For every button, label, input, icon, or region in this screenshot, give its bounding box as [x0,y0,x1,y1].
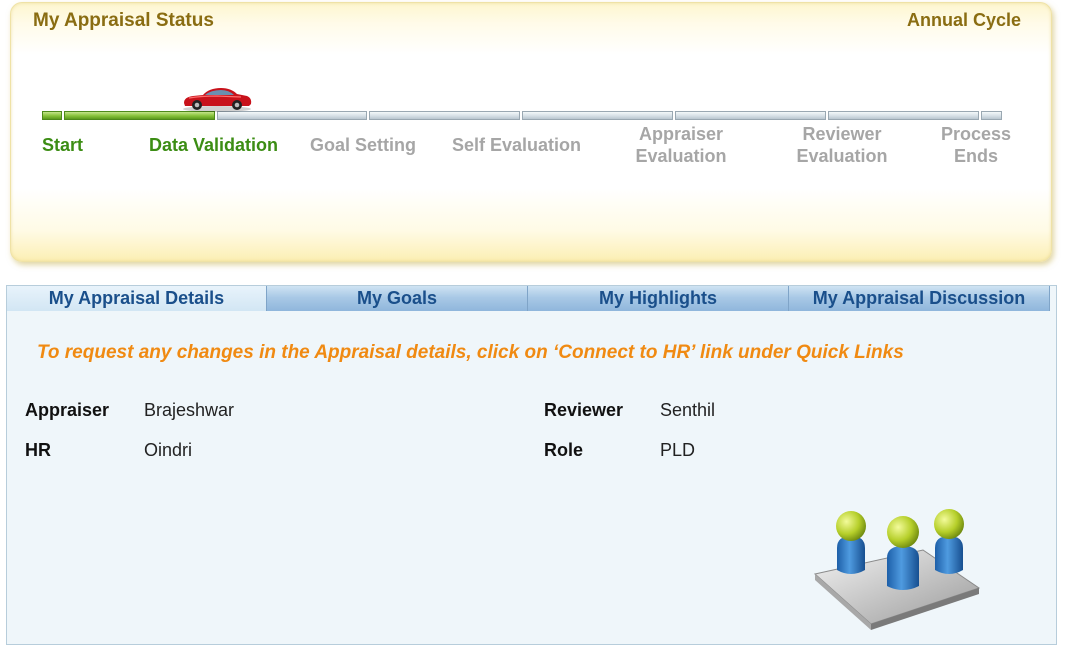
stage-label-line2: Evaluation [635,146,727,166]
stage-self-evaluation: Self Evaluation [452,134,581,156]
progress-segment [981,111,1002,120]
progress-segment [828,111,979,120]
team-icon [813,509,981,630]
stage-goal-setting: Goal Setting [310,134,416,156]
hr-value: Oindri [144,440,193,460]
stage-label: Reviewer [802,124,882,144]
reviewer-value: Senthil [660,400,716,420]
progress-segment [522,111,673,120]
role-value: PLD [660,440,696,460]
stage-start: Start [42,134,83,156]
progress-segment [675,111,826,120]
stage-label-line2: Evaluation [796,146,888,166]
tab-my-appraisal-discussion[interactable]: My Appraisal Discussion [789,286,1050,311]
stage-label: Goal Setting [310,135,417,155]
change-request-notice: To request any changes in the Appraisal … [37,342,904,363]
stage-label: Start [42,135,84,155]
stage-label: Appraiser [638,124,724,144]
appraisal-status-panel: My Appraisal Status Annual Cycle Start D… [10,2,1052,262]
tab-my-highlights[interactable]: My Highlights [528,286,789,311]
appraisal-details-panel: My Appraisal Details My Goals My Highlig… [6,285,1057,645]
reviewer-label: Reviewer [544,400,624,420]
appraiser-value: Brajeshwar [144,400,235,420]
tab-my-appraisal-details[interactable]: My Appraisal Details [7,286,267,311]
stage-label: Data Validation [149,135,279,155]
progress-track: Start Data Validation Goal Setting Self … [11,3,1051,261]
car-icon [183,88,252,112]
tab-bar: My Appraisal Details My Goals My Highlig… [7,286,1056,311]
role-label: Role [544,440,584,460]
stage-label-line2: Ends [953,146,998,166]
stage-data-validation: Data Validation [149,134,278,156]
hr-label: HR [25,440,51,460]
progress-segment [42,111,62,120]
appraiser-label: Appraiser [25,400,110,420]
stage-reviewer-evaluation: Reviewer Evaluation [787,123,897,167]
stage-label: Process [940,124,1012,144]
stage-label: Self Evaluation [452,135,582,155]
stage-process-ends: Process Ends [931,123,1021,167]
stage-appraiser-evaluation: Appraiser Evaluation [626,123,736,167]
tab-my-goals[interactable]: My Goals [267,286,528,311]
progress-segment [369,111,520,120]
